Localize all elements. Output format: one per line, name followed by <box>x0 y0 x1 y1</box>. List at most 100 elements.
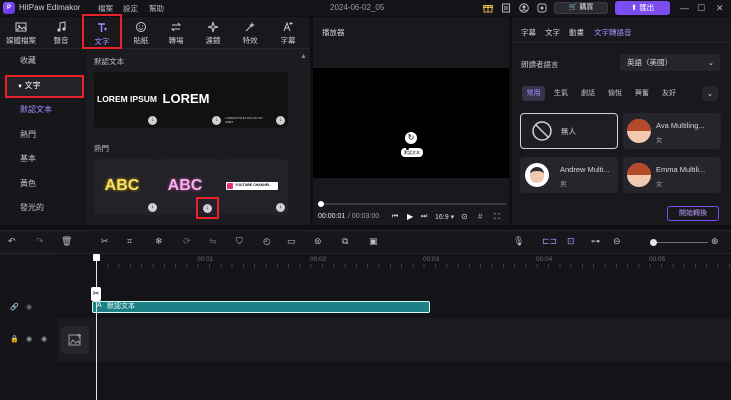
tab-text-to-speech[interactable]: 文字轉語音 <box>594 27 632 38</box>
link-icon[interactable]: ⧉ <box>342 236 354 248</box>
track-audio-icon[interactable]: ◉ <box>41 335 47 343</box>
voice-language-select[interactable]: 英語（美國） ⌄ <box>620 54 720 71</box>
tab-subtitle[interactable]: 字幕 <box>269 17 307 49</box>
scroll-up-icon[interactable]: ▲ <box>300 53 307 60</box>
magnet-icon[interactable]: ⊏⊐ <box>542 236 557 248</box>
prev-frame-icon[interactable]: ⏮ <box>392 213 398 221</box>
tab-filter[interactable]: 濾鏡 <box>194 17 232 49</box>
snapshot-icon[interactable]: ⊙ <box>461 212 468 221</box>
play-icon[interactable]: ▶ <box>407 212 413 221</box>
speed-icon[interactable]: ◴ <box>263 236 275 248</box>
download-icon[interactable]: ↓ <box>212 116 221 125</box>
minimize-icon[interactable]: — <box>680 3 689 13</box>
track-link-icon[interactable]: ⊶ <box>591 236 603 248</box>
voice-card-emma[interactable]: Emma Multili... 女 <box>623 157 721 193</box>
playback-progress[interactable] <box>318 201 506 207</box>
aspect-ratio-select[interactable]: 16:9 ▾ <box>435 213 454 221</box>
voice-card-andrew[interactable]: Andrew Multi... 男 <box>520 157 618 193</box>
grid-icon[interactable]: # <box>478 212 482 221</box>
chip-cheerful[interactable]: 愉悅 <box>604 86 626 101</box>
menu-help[interactable]: 幫助 <box>149 3 164 14</box>
progress-knob[interactable] <box>318 201 324 207</box>
download-icon[interactable]: ↓ <box>148 203 157 212</box>
zoom-out-icon[interactable]: ⊖ <box>613 236 625 248</box>
playhead-line[interactable] <box>96 257 97 400</box>
preview-text-overlay[interactable]: 默認文本 <box>401 148 423 157</box>
menu-file[interactable]: 檔案 <box>98 3 113 14</box>
shield-icon[interactable]: ⛉ <box>236 236 248 248</box>
sidebar-item-glowing[interactable]: 發光的 <box>0 197 87 219</box>
chip-excited[interactable]: 興奮 <box>631 86 653 101</box>
tab-effects[interactable]: 特效 <box>231 17 269 49</box>
buy-button[interactable]: 🛒 購買 <box>554 2 608 14</box>
rotate-icon[interactable]: ⟳ <box>183 236 195 248</box>
text-track-eye-icon[interactable]: ◉ <box>26 303 32 311</box>
split-icon[interactable]: ✂ <box>101 236 113 248</box>
tab-text-props[interactable]: 文字 <box>545 27 560 38</box>
chip-friendly[interactable]: 友好 <box>658 86 680 101</box>
voice-card-none[interactable]: 無人 <box>520 113 618 149</box>
sidebar-item-default-text[interactable]: 默認文本 <box>0 99 87 121</box>
microphone-icon[interactable]: 🎙 <box>513 236 525 248</box>
user-icon[interactable] <box>519 3 529 13</box>
text-track-lock-icon[interactable]: 🔗 <box>10 303 19 311</box>
tab-animation[interactable]: 動畫 <box>569 27 584 38</box>
download-icon[interactable]: ↓ <box>276 116 285 125</box>
download-highlight[interactable]: ↓ <box>196 197 219 219</box>
tab-transition[interactable]: 轉場 <box>157 17 195 49</box>
template-tile-abc-yellow[interactable]: ABC ↓ <box>94 159 160 215</box>
export-button[interactable]: ⬆ 匯出 <box>615 1 670 15</box>
template-tile-lorem-ipsum[interactable]: LOREM IPSUM ↓ <box>94 72 160 128</box>
track-eye-icon[interactable]: ◉ <box>26 335 32 343</box>
undo-icon[interactable]: ↶ <box>8 236 20 248</box>
document-icon[interactable] <box>501 3 511 13</box>
tab-media[interactable]: 媒體檔案 <box>2 17 40 49</box>
template-tile-youtube[interactable]: YOUTUBE CHANNEL ↓ <box>222 159 288 215</box>
redo-icon[interactable]: ↷ <box>36 236 48 248</box>
sidebar-item-yellow[interactable]: 黃色 <box>0 173 87 195</box>
delete-icon[interactable]: 🗑 <box>61 236 73 248</box>
duration-icon[interactable]: ▭ <box>287 236 299 248</box>
start-convert-button[interactable]: 開始轉換 <box>667 206 719 221</box>
text-clip[interactable]: 默認文本 <box>92 301 430 313</box>
menu-settings[interactable]: 設定 <box>123 3 138 14</box>
mirror-icon[interactable]: ⇋ <box>209 236 221 248</box>
download-icon[interactable]: ↓ <box>276 203 285 212</box>
snap-icon[interactable]: ⊡ <box>567 236 579 248</box>
tab-audio[interactable]: 聲音 <box>42 17 80 49</box>
freeze-icon[interactable]: ❄ <box>155 236 167 248</box>
close-icon[interactable]: ✕ <box>716 3 724 14</box>
voice-card-ava[interactable]: Ava Multiling... 女 <box>623 113 721 149</box>
zoom-in-icon[interactable]: ⊕ <box>711 236 723 248</box>
sidebar-item-favorites[interactable]: 收藏 <box>0 50 87 72</box>
download-icon[interactable]: ↓ <box>148 116 157 125</box>
template-tile-lorem-small[interactable]: LOREM IPSUM DOLOR SIT AMET ↓ <box>222 72 288 128</box>
rotate-handle-icon[interactable]: ↻ <box>405 132 417 144</box>
sidebar-item-popular[interactable]: 熱門 <box>0 124 87 146</box>
tab-sticker[interactable]: 貼紙 <box>122 17 160 49</box>
gift-icon[interactable] <box>483 3 493 13</box>
more-chips-icon[interactable]: ⌄ <box>702 86 718 101</box>
download-icon[interactable]: ↓ <box>203 204 212 213</box>
template-tile-lorem[interactable]: LOREM ↓ <box>158 72 224 128</box>
track-lock-icon[interactable]: 🔒 <box>10 335 19 343</box>
zoom-slider[interactable] <box>650 239 708 246</box>
sidebar-item-text[interactable]: ▼ 文字 <box>5 75 84 98</box>
next-frame-icon[interactable]: ⏭ <box>421 213 427 221</box>
split-marker-icon[interactable]: ✂ <box>91 287 101 301</box>
zoom-slider-knob[interactable] <box>650 239 657 246</box>
crop-icon[interactable]: ⌗ <box>127 236 139 248</box>
keyframe-icon[interactable]: ▣ <box>369 236 381 248</box>
playhead-handle[interactable] <box>93 254 100 261</box>
chip-angry[interactable]: 生氣 <box>550 86 572 101</box>
maximize-icon[interactable]: ☐ <box>697 3 705 14</box>
settings-icon[interactable] <box>537 3 547 13</box>
tab-text[interactable]: 文字 <box>82 14 122 49</box>
fullscreen-icon[interactable]: ⛶ <box>494 212 500 222</box>
record-icon[interactable]: ⊚ <box>314 236 326 248</box>
preview-screen[interactable]: 默認文本 ↻ <box>313 68 509 178</box>
add-media-placeholder[interactable] <box>61 326 89 354</box>
chip-common[interactable]: 常用 <box>522 86 545 101</box>
sidebar-item-basic[interactable]: 基本 <box>0 148 87 170</box>
tab-captions[interactable]: 字幕 <box>521 27 536 38</box>
